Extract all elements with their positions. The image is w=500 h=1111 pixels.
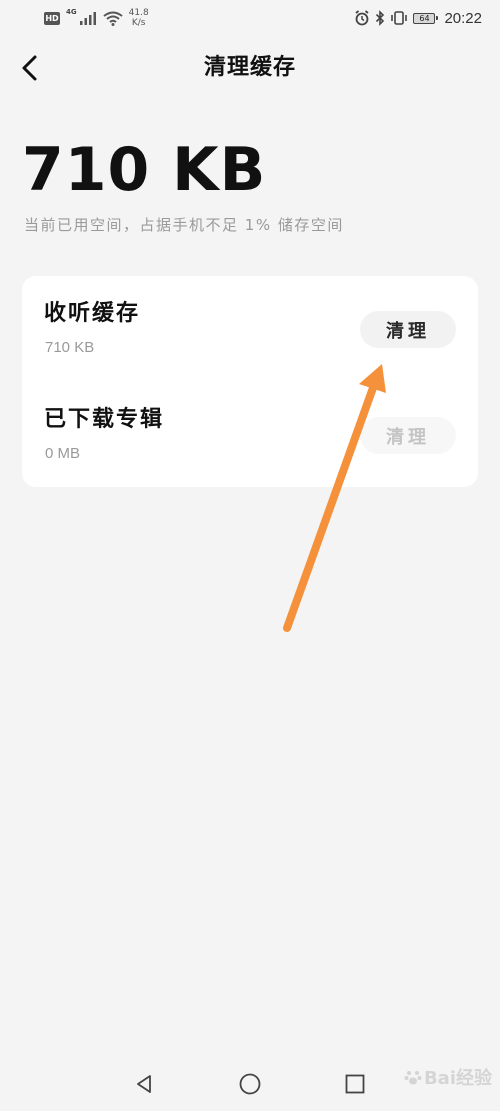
baidu-watermark: Bai经验 (404, 1064, 492, 1090)
total-cache-size: 710 KB (22, 135, 267, 205)
battery-level: 64 (419, 13, 430, 23)
watermark-text: Bai经验 (423, 1068, 492, 1089)
clock: 20:22 (444, 9, 482, 27)
nav-home-button[interactable] (230, 1064, 270, 1104)
clean-downloads-button[interactable]: 清理 (360, 417, 456, 454)
alarm-icon (355, 10, 370, 26)
battery-icon: 64 (413, 12, 439, 24)
bluetooth-icon (376, 10, 385, 26)
status-bar: HD 4G 41.8 K/s 64 20:22 (0, 0, 500, 36)
network-speed: 41.8 K/s (129, 8, 149, 28)
cache-card: 收听缓存 710 KB 清理 已下载专辑 0 MB 清理 (22, 276, 478, 487)
wifi-icon (103, 11, 123, 26)
storage-usage-note: 当前已用空间，占据手机不足 1% 储存空间 (24, 216, 344, 234)
nav-recents-button[interactable] (335, 1064, 375, 1104)
status-bar-right: 64 20:22 (354, 6, 482, 30)
cache-row-listening: 收听缓存 710 KB 清理 (22, 296, 478, 396)
clean-listening-cache-button[interactable]: 清理 (360, 311, 456, 348)
home-circle-icon (239, 1073, 261, 1095)
back-button[interactable] (12, 50, 48, 86)
network-speed-value: 41.8 (128, 8, 149, 18)
cache-row-title: 已下载专辑 (44, 407, 165, 432)
recents-square-icon (345, 1074, 365, 1094)
status-bar-left: HD 4G 41.8 K/s (44, 6, 149, 30)
paw-icon (404, 1071, 422, 1085)
nav-back-button[interactable] (124, 1064, 164, 1104)
hd-icon: HD (44, 11, 60, 25)
vibrate-icon (391, 11, 408, 25)
cache-row-size: 710 KB (45, 339, 95, 356)
cache-row-size: 0 MB (45, 445, 81, 462)
back-triangle-icon (137, 1075, 151, 1093)
chevron-left-icon (22, 55, 37, 81)
network-type: 4G (66, 8, 77, 16)
cache-row-downloads: 已下载专辑 0 MB 清理 (22, 402, 478, 502)
page-title: 清理缓存 (203, 55, 296, 80)
signal-icon (79, 12, 96, 25)
network-speed-unit: K/s (131, 18, 146, 28)
cache-row-title: 收听缓存 (44, 301, 141, 326)
